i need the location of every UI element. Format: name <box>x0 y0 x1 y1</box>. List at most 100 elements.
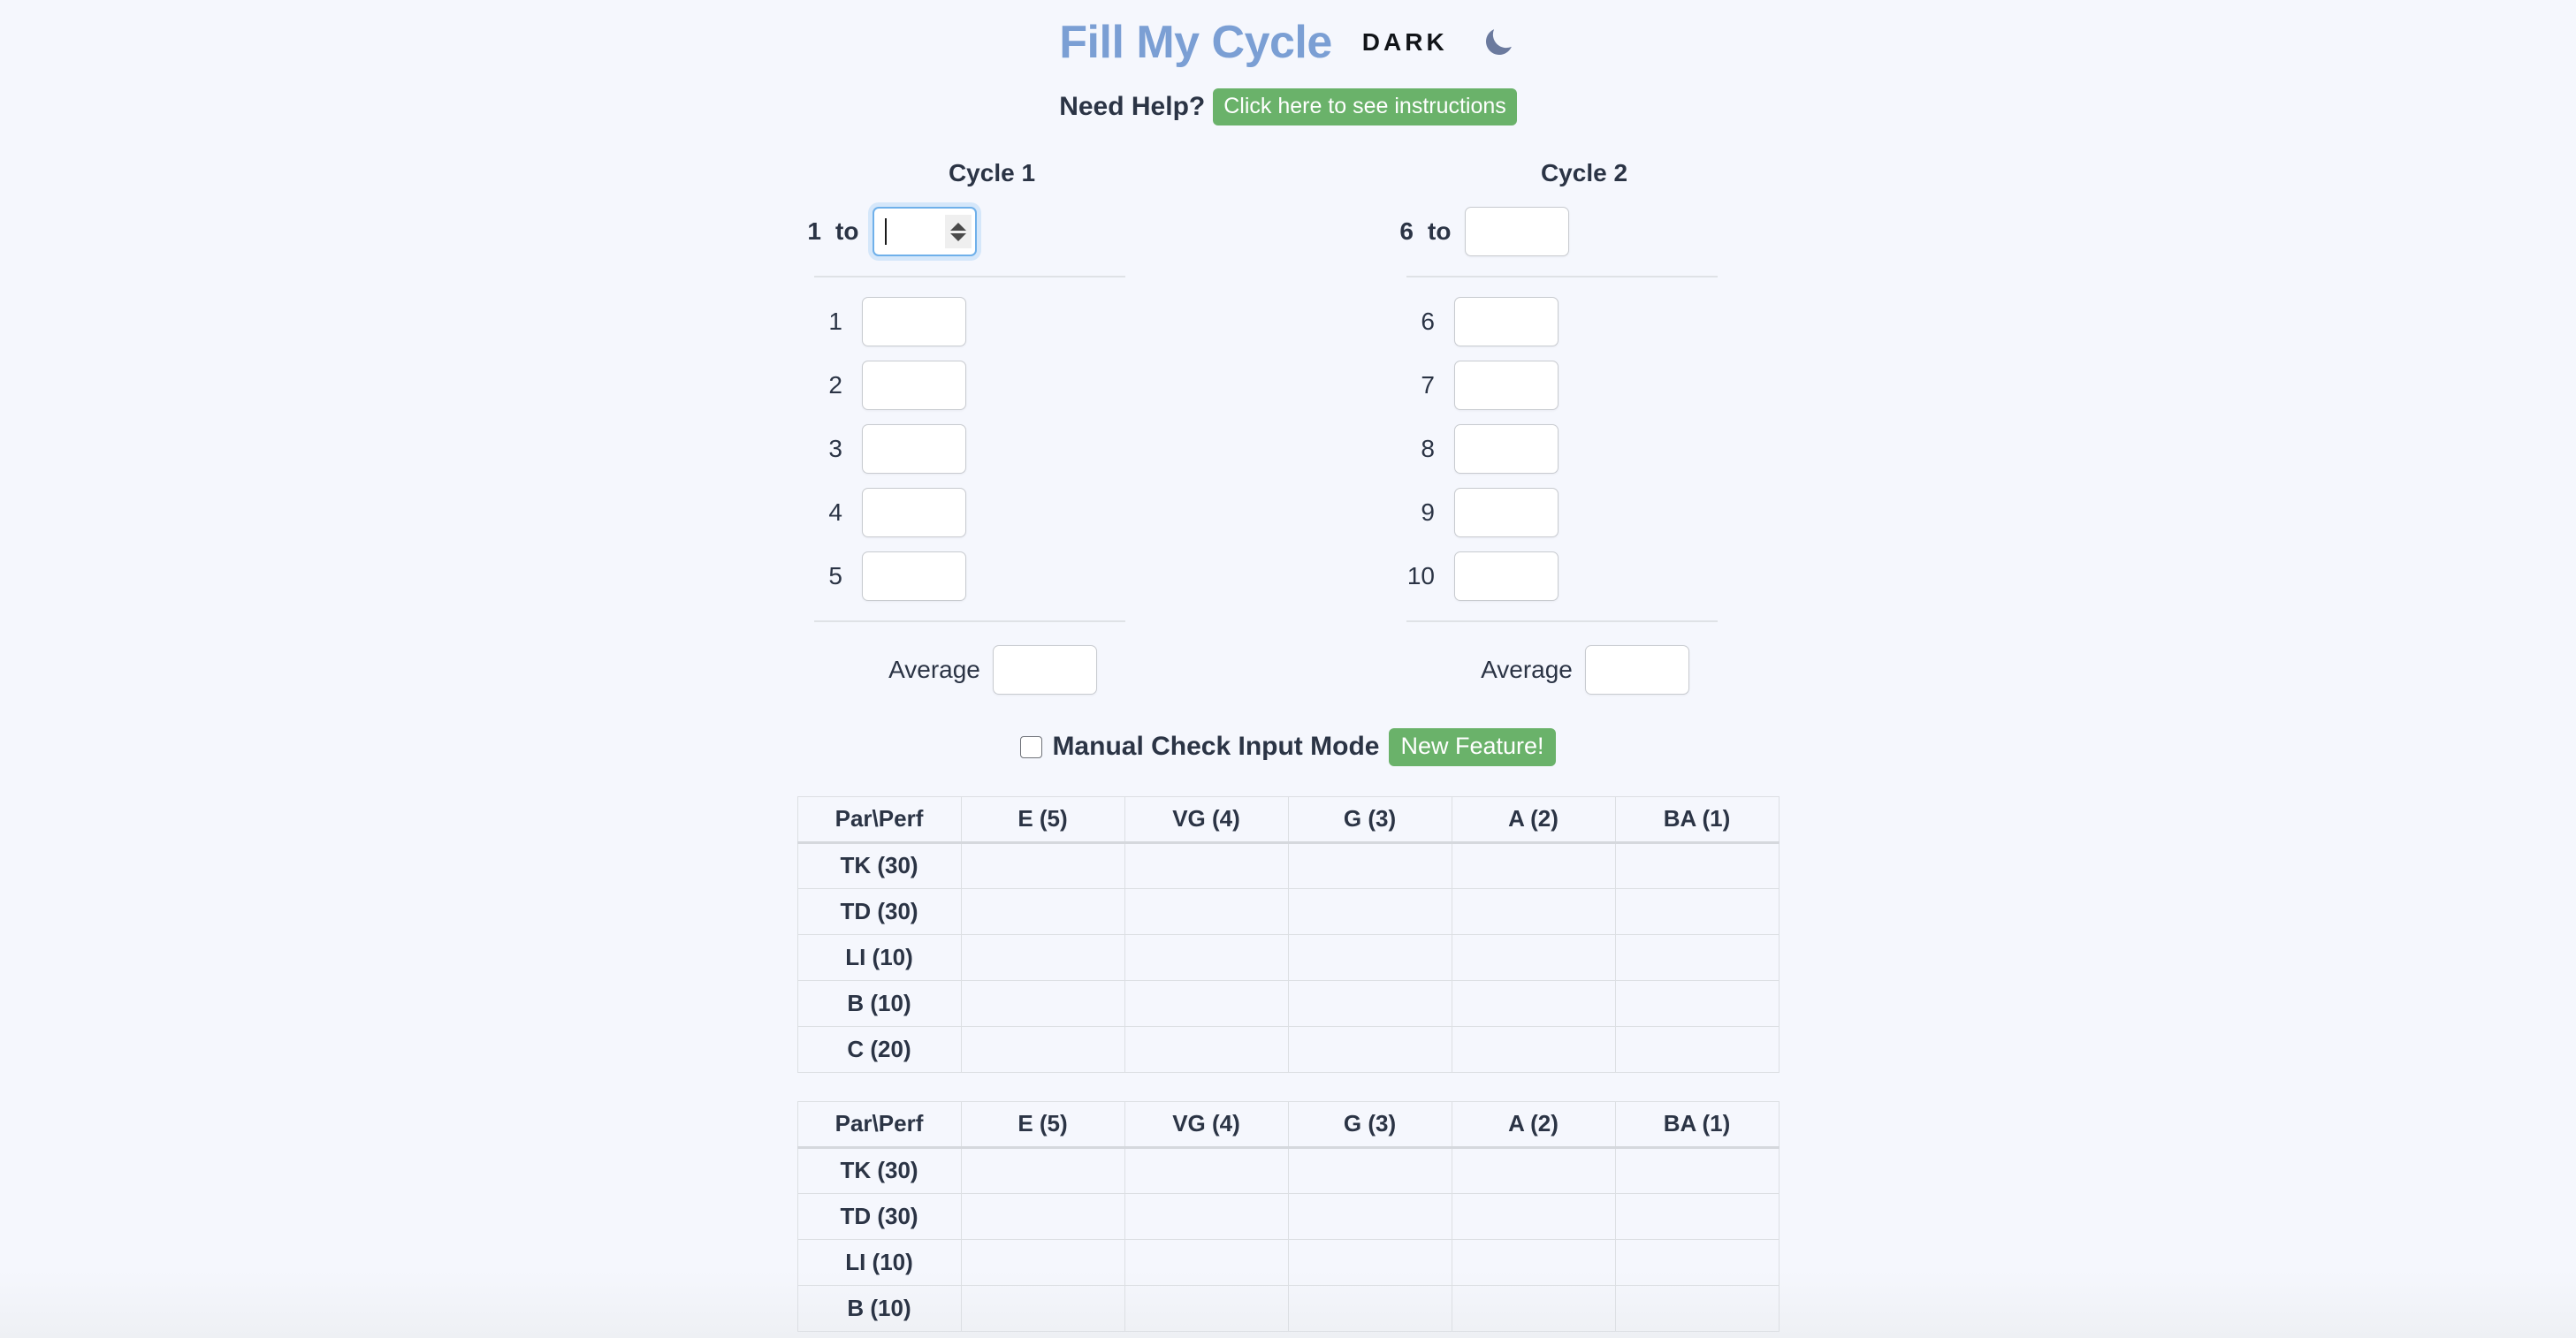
cycle-2-row-10-label: 10 <box>1406 562 1435 590</box>
table-2-header-4: A (2) <box>1451 1100 1616 1149</box>
table-1-cell-0-3[interactable] <box>1451 841 1616 889</box>
table-1-cell-0-1[interactable] <box>1124 841 1289 889</box>
table-2-cell-1-4[interactable] <box>1614 1192 1780 1240</box>
table-2-cell-3-0[interactable] <box>960 1284 1125 1332</box>
cycle-2-row-6-input[interactable] <box>1454 297 1559 347</box>
table-1-cell-1-2[interactable] <box>1287 887 1452 935</box>
table-row: LI (10) <box>796 1238 1780 1286</box>
table-2-cell-0-1[interactable] <box>1124 1146 1289 1194</box>
table-2-cell-2-3[interactable] <box>1451 1238 1616 1286</box>
list-item: 2 <box>802 361 1200 411</box>
table-1-cell-0-2[interactable] <box>1287 841 1452 889</box>
table-1-row-0-label: TK (30) <box>796 841 962 889</box>
table-2-cell-2-2[interactable] <box>1287 1238 1452 1286</box>
table-2-cell-2-4[interactable] <box>1614 1238 1780 1286</box>
cycle-2-row-7-label: 7 <box>1421 371 1435 399</box>
table-1-cell-2-0[interactable] <box>960 933 1125 981</box>
cycle-2-row-9-input[interactable] <box>1454 488 1559 538</box>
list-item: 8 <box>1394 424 1792 475</box>
cycle-2-row-9-label: 9 <box>1421 498 1435 527</box>
table-2-cell-3-2[interactable] <box>1287 1284 1452 1332</box>
cycle-1-range-end-wrapper <box>873 207 978 257</box>
table-2-header-1: E (5) <box>960 1100 1125 1149</box>
table-1-cell-1-1[interactable] <box>1124 887 1289 935</box>
table-2-cell-2-1[interactable] <box>1124 1238 1289 1286</box>
cycle-1-row-2-input[interactable] <box>862 361 966 411</box>
cycle-1-row-5-input[interactable] <box>862 551 966 602</box>
new-feature-badge[interactable]: New Feature! <box>1389 728 1556 766</box>
table-2-cell-1-2[interactable] <box>1287 1192 1452 1240</box>
cycle-2-row-7-input[interactable] <box>1454 361 1559 411</box>
table-1-cell-2-3[interactable] <box>1451 933 1616 981</box>
moon-icon[interactable] <box>1480 24 1517 61</box>
cycle-1-row-1-input[interactable] <box>862 297 966 347</box>
table-1-cell-1-3[interactable] <box>1451 887 1616 935</box>
table-2-cell-1-1[interactable] <box>1124 1192 1289 1240</box>
table-2-cell-0-0[interactable] <box>960 1146 1125 1194</box>
table-1-cell-2-1[interactable] <box>1124 933 1289 981</box>
table-2-cell-0-4[interactable] <box>1614 1146 1780 1194</box>
instructions-button[interactable]: Click here to see instructions <box>1213 88 1517 126</box>
table-1-cell-3-2[interactable] <box>1287 979 1452 1027</box>
table-1-header-4: A (2) <box>1451 795 1616 844</box>
cycle-2-row-10-input[interactable] <box>1454 551 1559 602</box>
table-2-cell-3-4[interactable] <box>1614 1284 1780 1332</box>
cycle-1-row-1-label: 1 <box>828 308 842 336</box>
cycle-2-range-to-label: to <box>1428 217 1452 246</box>
table-1-cell-4-2[interactable] <box>1287 1025 1452 1073</box>
table-1-cell-2-4[interactable] <box>1614 933 1780 981</box>
table-1-row-3-label: B (10) <box>796 979 962 1027</box>
table-1-header-2: VG (4) <box>1124 795 1289 844</box>
table-2-cell-0-3[interactable] <box>1451 1146 1616 1194</box>
table-row: B (10) <box>796 1284 1780 1332</box>
table-1-cell-2-2[interactable] <box>1287 933 1452 981</box>
table-2-cell-2-0[interactable] <box>960 1238 1125 1286</box>
cycle-1-average-input[interactable] <box>992 645 1097 696</box>
table-2-cell-3-1[interactable] <box>1124 1284 1289 1332</box>
table-header-row: Par\Perf E (5) VG (4) G (3) A (2) BA (1) <box>796 1100 1780 1149</box>
table-1-cell-4-3[interactable] <box>1451 1025 1616 1073</box>
list-item: 3 <box>802 424 1200 475</box>
app-root: Fill My Cycle DARK Need Help? Click here… <box>0 0 2576 1338</box>
list-item: 4 <box>802 488 1200 538</box>
table-1-cell-0-0[interactable] <box>960 841 1125 889</box>
table-1-cell-4-1[interactable] <box>1124 1025 1289 1073</box>
manual-check-input-mode-checkbox[interactable] <box>1020 735 1043 758</box>
list-item: 9 <box>1394 488 1792 538</box>
table-2-header-2: VG (4) <box>1124 1100 1289 1149</box>
table-2-row-3-label: B (10) <box>796 1284 962 1332</box>
cycle-1-row-3-input[interactable] <box>862 424 966 475</box>
table-1-cell-4-0[interactable] <box>960 1025 1125 1073</box>
table-1-cell-3-4[interactable] <box>1614 979 1780 1027</box>
table-row: C (20) <box>796 1025 1780 1073</box>
table-2-row-2-label: LI (10) <box>796 1238 962 1286</box>
help-section: Need Help? Click here to see instruction… <box>0 88 2576 126</box>
cycle-1-range-end-spinner[interactable] <box>945 215 972 249</box>
table-1-header-0: Par\Perf <box>796 795 962 844</box>
table-1-cell-1-4[interactable] <box>1614 887 1780 935</box>
table-1-cell-3-0[interactable] <box>960 979 1125 1027</box>
cycle-2-rows: 6 7 8 9 10 <box>1376 297 1792 602</box>
table-1-cell-0-4[interactable] <box>1614 841 1780 889</box>
cycle-2-range-end-input[interactable] <box>1465 207 1570 257</box>
cycle-2-average-input[interactable] <box>1584 645 1689 696</box>
table-1-cell-4-4[interactable] <box>1614 1025 1780 1073</box>
table-2-cell-1-3[interactable] <box>1451 1192 1616 1240</box>
table-2-header-0: Par\Perf <box>796 1100 962 1149</box>
table-2-cell-0-2[interactable] <box>1287 1146 1452 1194</box>
table-1-cell-1-0[interactable] <box>960 887 1125 935</box>
table-1-header-5: BA (1) <box>1614 795 1780 844</box>
manual-check-section: Manual Check Input Mode New Feature! <box>0 728 2576 766</box>
table-2-cell-1-0[interactable] <box>960 1192 1125 1240</box>
cycle-1-row-5-label: 5 <box>828 562 842 590</box>
table-2-row-0-label: TK (30) <box>796 1146 962 1194</box>
table-1-cell-3-1[interactable] <box>1124 979 1289 1027</box>
chevron-down-icon[interactable] <box>950 232 967 241</box>
cycle-2-range-row: 6 to <box>1376 207 1792 257</box>
chevron-up-icon[interactable] <box>950 222 967 231</box>
table-1-cell-3-3[interactable] <box>1451 979 1616 1027</box>
cycle-1-range-row: 1 to <box>784 207 1200 257</box>
cycle-1-row-4-input[interactable] <box>862 488 966 538</box>
table-2-cell-3-3[interactable] <box>1451 1284 1616 1332</box>
cycle-2-row-8-input[interactable] <box>1454 424 1559 475</box>
